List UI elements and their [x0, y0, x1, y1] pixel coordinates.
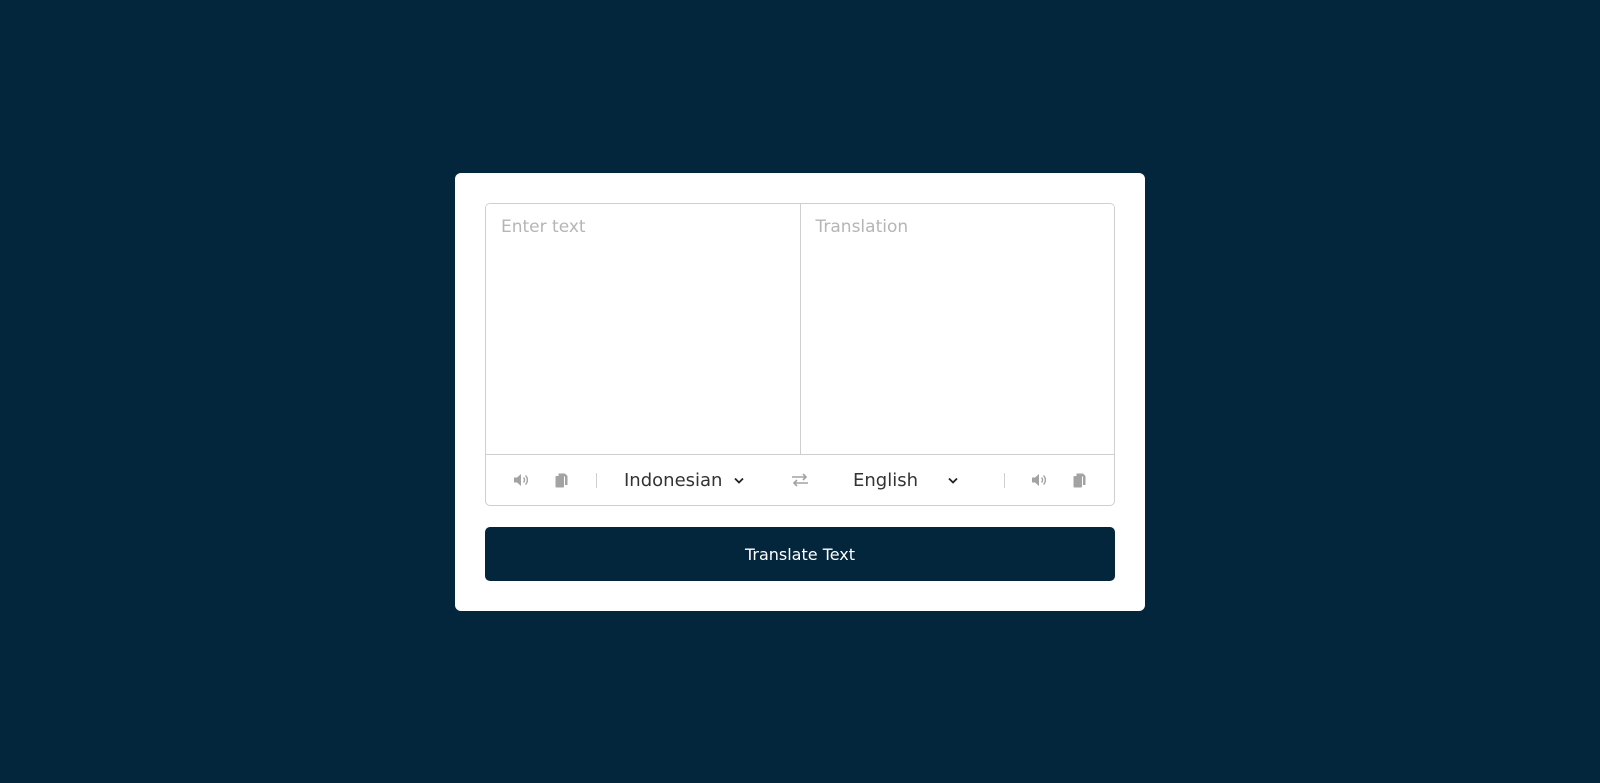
- source-language-label: Indonesian: [624, 469, 723, 491]
- translator-card: Indonesian English: [455, 173, 1145, 611]
- controls-divider: [596, 473, 597, 488]
- source-text-input[interactable]: [486, 204, 801, 454]
- target-language-label: English: [853, 469, 918, 491]
- translate-button[interactable]: Translate Text: [485, 527, 1115, 581]
- chevron-down-icon: [734, 477, 745, 484]
- source-speaker-icon[interactable]: [510, 455, 532, 505]
- translate-button-label: Translate Text: [744, 544, 856, 564]
- target-language-select[interactable]: English: [853, 455, 958, 505]
- controls-divider: [1004, 473, 1005, 488]
- exchange-icon[interactable]: [788, 455, 812, 505]
- language-controls: Indonesian English: [486, 454, 1114, 505]
- translator-wrapper: Indonesian English: [485, 203, 1115, 506]
- target-copy-icon[interactable]: [1069, 455, 1089, 505]
- target-speaker-icon[interactable]: [1028, 455, 1050, 505]
- text-input-area: [486, 204, 1114, 454]
- translation-output[interactable]: [800, 204, 1114, 454]
- source-language-select[interactable]: Indonesian: [624, 455, 745, 505]
- chevron-down-icon: [948, 477, 958, 484]
- source-copy-icon[interactable]: [551, 455, 571, 505]
